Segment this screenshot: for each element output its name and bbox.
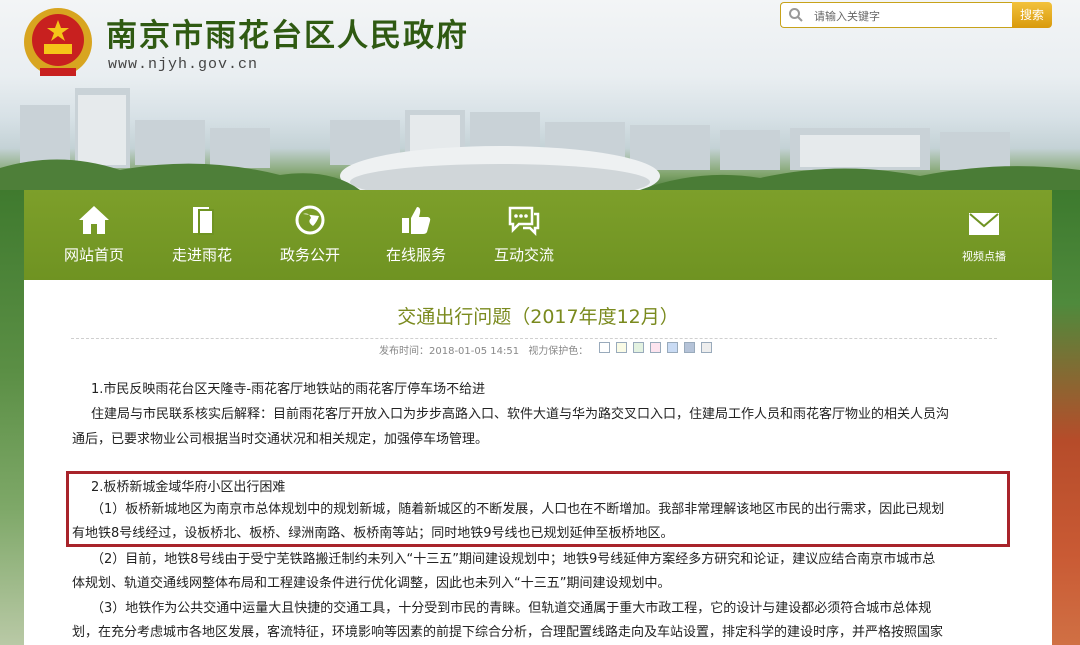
search-button[interactable]: 搜索 [1012, 2, 1052, 28]
color-swatch[interactable] [650, 342, 661, 353]
envelope-icon [969, 213, 999, 235]
eye-protection-label: 视力保护色： [528, 346, 589, 357]
article-paragraph: 住建局与市民联系核实后解释：目前雨花客厅开放入口为步步高路入口、软件大道与华为路… [91, 407, 950, 422]
right-background [1052, 190, 1080, 645]
chat-icon [508, 206, 540, 236]
home-icon [79, 206, 109, 234]
nav-item-interaction[interactable]: 互动交流 [474, 190, 574, 280]
nav-video-label: 视频点播 [962, 250, 1006, 263]
nav-item-gov-affairs[interactable]: 政务公开 [260, 190, 360, 280]
color-swatch[interactable] [599, 342, 610, 353]
color-swatch[interactable] [701, 342, 712, 353]
article-title: 交通出行问题（2017年度12月） [397, 306, 679, 328]
main-nav: 网站首页 走进雨花 政务公开 在线服务 互动交流 视频点播 [24, 190, 1052, 280]
nav-label: 走进雨花 [171, 246, 232, 264]
header-banner: 南京市雨花台区人民政府 www.njyh.gov.cn 请输入关键字 搜索 [0, 0, 1080, 190]
search-placeholder: 请输入关键字 [814, 10, 880, 23]
article-paragraph: 体规划、轨道交通线网整体布局和工程建设条件进行优化调整，因此也未列入“十三五”期… [72, 576, 671, 591]
article-meta: 发布时间：2018-01-05 14:51 视力保护色： [379, 342, 594, 357]
article-paragraph: 通后，已要求物业公司根据当时交通状况和相关规定，加强停车场管理。 [72, 432, 489, 447]
highlight-box [66, 471, 1010, 547]
eye-color-swatches [599, 342, 718, 353]
color-swatch[interactable] [684, 342, 695, 353]
nav-label: 网站首页 [63, 246, 124, 264]
publish-time: 发布时间：2018-01-05 14:51 [379, 346, 520, 357]
nav-item-about[interactable]: 走进雨花 [152, 190, 252, 280]
site-title: 南京市雨花台区人民政府 [106, 18, 469, 54]
nav-item-video[interactable]: 视频点播 [949, 190, 1019, 280]
title-divider [71, 338, 997, 339]
search-box: 请输入关键字 搜索 [780, 2, 1052, 28]
color-swatch[interactable] [667, 342, 678, 353]
item-heading: 1.市民反映雨花台区天隆寺-雨花客厅地铁站的雨花客厅停车场不给进 [91, 382, 486, 397]
article-paragraph: （2）目前，地铁8号线由于受宁芜铁路搬迁制约未列入“十三五”期间建设规划中；地铁… [91, 552, 936, 567]
nav-label: 在线服务 [385, 246, 446, 264]
nav-label: 互动交流 [493, 246, 554, 264]
search-input[interactable]: 请输入关键字 [780, 2, 1013, 28]
color-swatch[interactable] [633, 342, 644, 353]
nav-item-home[interactable]: 网站首页 [44, 190, 144, 280]
search-icon [789, 8, 803, 22]
book-icon [193, 207, 214, 235]
left-background [0, 190, 24, 645]
nav-label: 政务公开 [279, 246, 340, 264]
thumbs-up-icon [402, 207, 431, 234]
national-emblem-icon [24, 8, 92, 76]
color-swatch[interactable] [616, 342, 627, 353]
article-paragraph: 划，在充分考虑城市各地区发展，客流特征，环境影响等因素的前提下综合分析，合理配置… [72, 625, 944, 640]
site-url[interactable]: www.njyh.gov.cn [108, 56, 258, 73]
globe-icon [295, 205, 325, 235]
article-paragraph: （3）地铁作为公共交通中运量大且快捷的交通工具，十分受到市民的青睐。但轨道交通属… [91, 601, 932, 616]
nav-item-online-service[interactable]: 在线服务 [366, 190, 466, 280]
